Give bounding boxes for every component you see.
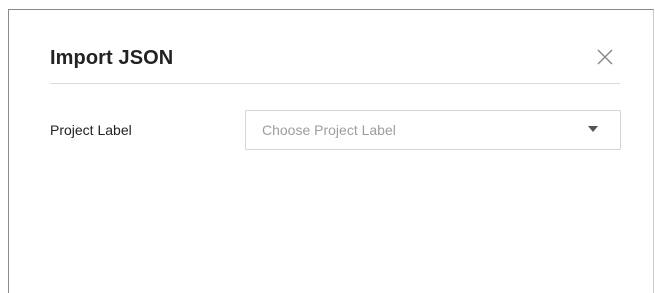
caret-down-icon (588, 126, 598, 132)
project-label-placeholder: Choose Project Label (262, 122, 396, 138)
import-json-dialog: Import JSON Project Label Choose Project… (8, 9, 654, 293)
project-label-select[interactable]: Choose Project Label (245, 110, 621, 150)
close-icon (597, 49, 613, 65)
close-button[interactable] (593, 45, 617, 69)
dialog-title: Import JSON (50, 47, 174, 69)
project-label-label: Project Label (50, 122, 132, 138)
page: Import JSON Project Label Choose Project… (0, 0, 655, 293)
header-divider (50, 83, 620, 84)
